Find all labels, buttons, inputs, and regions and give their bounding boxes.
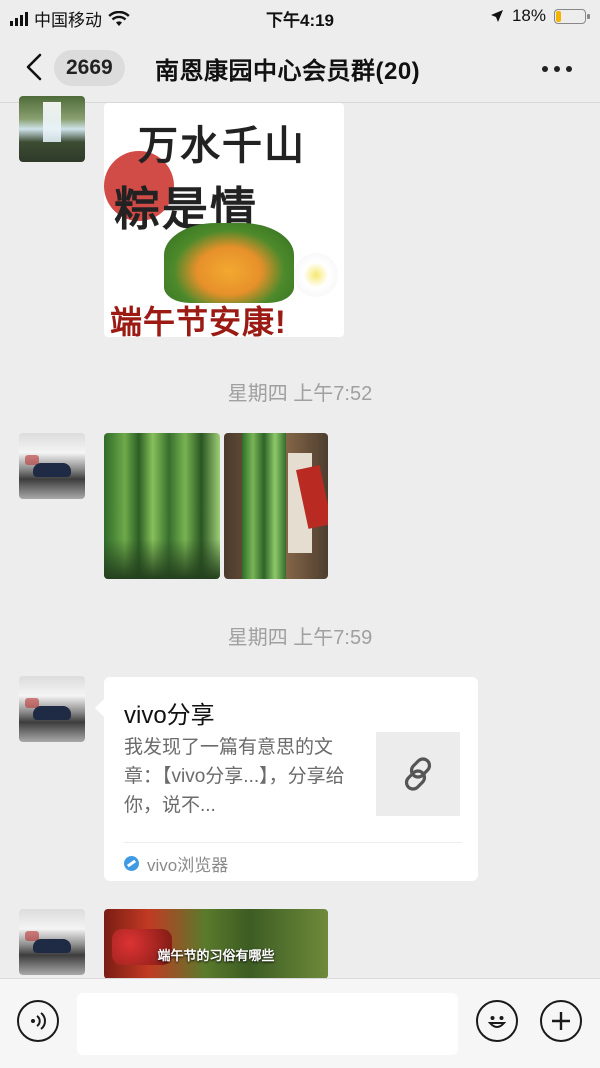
vivo-browser-icon xyxy=(124,856,139,871)
video-caption: 端午节的习俗有哪些 xyxy=(157,948,275,963)
plant-photo[interactable] xyxy=(104,433,220,579)
location-icon xyxy=(490,10,503,22)
link-thumbnail xyxy=(376,732,460,816)
timestamp: 星期四 上午7:52 xyxy=(227,383,373,405)
link-source-label: vivo浏览器 xyxy=(147,856,229,875)
plant-photo[interactable] xyxy=(224,433,328,579)
link-card-title: vivo分享 xyxy=(124,702,215,729)
chat-title: 南恩康园中心会员群(20) xyxy=(155,58,421,85)
link-source: vivo浏览器 xyxy=(124,851,228,876)
avatar[interactable] xyxy=(19,909,85,975)
status-bar: 中国移动 下午4:19 18% xyxy=(0,0,600,34)
status-right: 18% xyxy=(490,6,590,26)
emoji-icon[interactable] xyxy=(476,1000,518,1042)
greeting-line1: 万水千山 xyxy=(138,122,306,169)
avatar[interactable] xyxy=(19,433,85,499)
greeting-line3: 端午节安康! xyxy=(110,304,287,337)
message-input[interactable] xyxy=(77,993,458,1055)
greeting-image[interactable]: 万水千山 粽是情 端午节安康! xyxy=(104,103,344,337)
more-dots-icon[interactable] xyxy=(542,59,578,79)
nav-bar: 2669 南恩康园中心会员群(20) xyxy=(0,34,600,103)
unread-count-badge[interactable]: 2669 xyxy=(54,50,125,86)
flower-illustration xyxy=(294,253,338,297)
card-divider xyxy=(124,842,462,843)
input-bar xyxy=(0,978,600,1068)
link-card[interactable]: vivo分享 我发现了一篇有意思的文章：【vivo分享...】，分享给你，说不.… xyxy=(95,677,478,881)
link-icon xyxy=(404,757,432,791)
battery-fill xyxy=(556,10,561,22)
zongzi-illustration xyxy=(164,223,294,303)
timestamp: 星期四 上午7:59 xyxy=(227,627,373,649)
chevron-left-icon[interactable] xyxy=(20,52,50,82)
voice-icon[interactable] xyxy=(17,1000,59,1042)
avatar[interactable] xyxy=(19,96,85,162)
avatar[interactable] xyxy=(19,676,85,742)
battery-percent: 18% xyxy=(511,6,546,25)
plus-icon[interactable] xyxy=(540,1000,582,1042)
link-card-description: 我发现了一篇有意思的文章：【vivo分享...】，分享给你，说不... xyxy=(124,737,345,816)
battery-icon xyxy=(554,8,590,24)
video-thumbnail[interactable]: 端午节的习俗有哪些 xyxy=(104,909,328,979)
